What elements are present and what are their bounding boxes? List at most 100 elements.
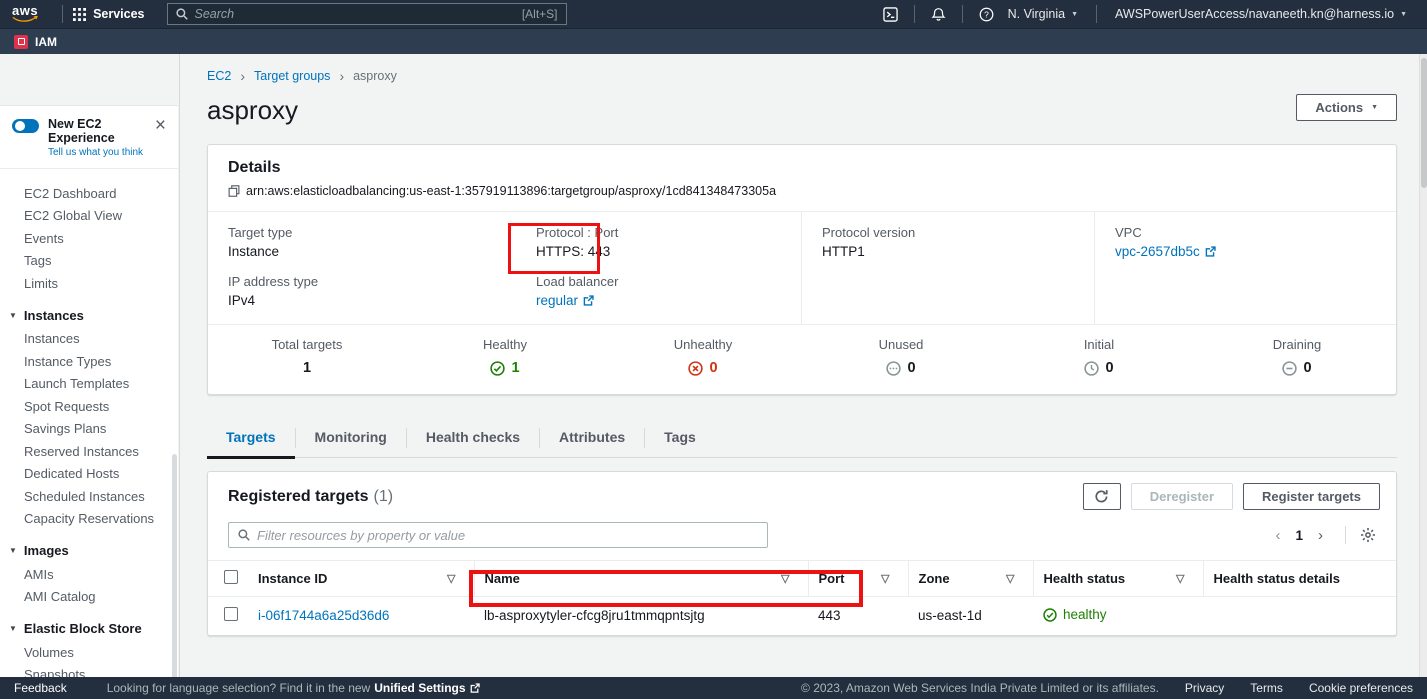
top-navigation-bar: aws Services [Alt+S] ? N. Virginia ▼ AWS… bbox=[0, 0, 1427, 28]
terms-link[interactable]: Terms bbox=[1250, 681, 1283, 695]
sidebar-scrollbar[interactable] bbox=[172, 454, 177, 677]
sidebar-section-elastic-block-store[interactable]: ▼ Elastic Block Store bbox=[0, 617, 178, 641]
sidebar-item-scheduled-instances[interactable]: Scheduled Instances bbox=[0, 485, 178, 508]
sidebar-panel: New EC2 Experience Tell us what you thin… bbox=[0, 105, 178, 677]
global-search-box[interactable]: [Alt+S] bbox=[167, 3, 567, 25]
load-balancer-link[interactable]: regular bbox=[536, 293, 594, 308]
instance-id-link[interactable]: i-06f1744a6a25d36d6 bbox=[258, 608, 389, 623]
favorite-iam[interactable]: IAM bbox=[14, 35, 57, 49]
services-menu[interactable]: Services bbox=[73, 7, 144, 21]
divider bbox=[62, 5, 63, 23]
sidebar-item-ec2-dashboard[interactable]: EC2 Dashboard bbox=[0, 182, 178, 205]
column-header-health-status[interactable]: Health status▽ bbox=[1033, 561, 1203, 597]
tab-monitoring[interactable]: Monitoring bbox=[296, 419, 406, 457]
tab-health-checks[interactable]: Health checks bbox=[407, 419, 539, 457]
privacy-link[interactable]: Privacy bbox=[1185, 681, 1224, 695]
help-button[interactable]: ? bbox=[973, 7, 1000, 22]
target-health-stats: Total targets 1 Healthy 1 Unhealthy 0 Un… bbox=[208, 324, 1396, 394]
sidebar-item-snapshots[interactable]: Snapshots bbox=[0, 664, 178, 678]
sidebar-item-launch-templates[interactable]: Launch Templates bbox=[0, 373, 178, 396]
check-circle-icon bbox=[490, 361, 505, 376]
region-selector[interactable]: N. Virginia ▼ bbox=[1000, 7, 1086, 21]
new-experience-toggle[interactable] bbox=[12, 119, 39, 133]
row-checkbox[interactable] bbox=[224, 607, 238, 621]
next-page-button[interactable]: › bbox=[1310, 527, 1331, 544]
sidebar-item-spot-requests[interactable]: Spot Requests bbox=[0, 395, 178, 418]
target-zone-cell: us-east-1d bbox=[908, 597, 1033, 635]
console-footer: Feedback Looking for language selection?… bbox=[0, 677, 1427, 699]
sidebar-section-instances[interactable]: ▼ Instances bbox=[0, 304, 178, 328]
ellipsis-circle-icon bbox=[886, 361, 901, 376]
refresh-icon bbox=[1094, 489, 1109, 504]
actions-button[interactable]: Actions ▼ bbox=[1296, 94, 1397, 121]
registered-targets-card: Registered targets (1) Deregister Regist… bbox=[207, 471, 1397, 636]
external-link-icon bbox=[583, 295, 594, 306]
close-icon[interactable]: × bbox=[155, 117, 168, 133]
page-title-row: asproxy Actions ▼ bbox=[207, 94, 1397, 126]
cloudshell-terminal-icon bbox=[883, 7, 898, 22]
column-header-name[interactable]: Name▽ bbox=[474, 561, 808, 597]
sidebar-item-dedicated-hosts[interactable]: Dedicated Hosts bbox=[0, 463, 178, 486]
select-all-checkbox[interactable] bbox=[224, 570, 238, 584]
sidebar-item-instance-types[interactable]: Instance Types bbox=[0, 350, 178, 373]
table-settings-button[interactable] bbox=[1360, 527, 1380, 543]
vpc-link[interactable]: vpc-2657db5c bbox=[1115, 244, 1216, 259]
tab-tags[interactable]: Tags bbox=[645, 419, 715, 457]
copy-icon[interactable] bbox=[228, 185, 240, 197]
account-label: AWSPowerUserAccess/navaneeth.kn@harness.… bbox=[1115, 7, 1394, 21]
sidebar-item-capacity-reservations[interactable]: Capacity Reservations bbox=[0, 508, 178, 531]
external-link-icon bbox=[1205, 246, 1216, 257]
sidebar-item-amis[interactable]: AMIs bbox=[0, 563, 178, 586]
aws-logo[interactable]: aws bbox=[12, 5, 38, 23]
sidebar-item-volumes[interactable]: Volumes bbox=[0, 641, 178, 664]
cookie-preferences-link[interactable]: Cookie preferences bbox=[1309, 681, 1413, 695]
bell-icon bbox=[931, 7, 946, 22]
account-menu[interactable]: AWSPowerUserAccess/navaneeth.kn@harness.… bbox=[1107, 7, 1415, 21]
unified-settings-link[interactable]: Unified Settings bbox=[374, 681, 479, 695]
cloudshell-button[interactable] bbox=[877, 7, 904, 22]
column-header-instance-id[interactable]: Instance ID▽ bbox=[248, 561, 474, 597]
page-number[interactable]: 1 bbox=[1292, 528, 1306, 543]
feedback-link[interactable]: Feedback bbox=[14, 681, 67, 695]
sort-filter-icon[interactable]: ▽ bbox=[1176, 572, 1184, 585]
breadcrumb-target-groups[interactable]: Target groups bbox=[254, 69, 330, 83]
sidebar-item-events[interactable]: Events bbox=[0, 227, 178, 250]
previous-page-button[interactable]: ‹ bbox=[1267, 527, 1288, 544]
sidebar-item-ami-catalog[interactable]: AMI Catalog bbox=[0, 586, 178, 609]
sort-filter-icon[interactable]: ▽ bbox=[447, 572, 455, 585]
sidebar-item-instances[interactable]: Instances bbox=[0, 328, 178, 351]
page-scrollbar[interactable] bbox=[1419, 54, 1427, 677]
sidebar-item-tags[interactable]: Tags bbox=[0, 250, 178, 273]
sort-filter-icon[interactable]: ▽ bbox=[781, 572, 789, 585]
sidebar-item-savings-plans[interactable]: Savings Plans bbox=[0, 418, 178, 441]
register-targets-button[interactable]: Register targets bbox=[1243, 483, 1380, 510]
stat-unhealthy: Unhealthy 0 bbox=[604, 337, 802, 376]
tab-attributes[interactable]: Attributes bbox=[540, 419, 644, 457]
sidebar-item-reserved-instances[interactable]: Reserved Instances bbox=[0, 440, 178, 463]
services-grid-icon bbox=[73, 8, 86, 21]
sort-filter-icon[interactable]: ▽ bbox=[1006, 572, 1014, 585]
registered-targets-count: (1) bbox=[374, 488, 394, 506]
tab-targets[interactable]: Targets bbox=[207, 419, 295, 457]
breadcrumb-current: asproxy bbox=[353, 69, 397, 83]
target-type-value: Instance bbox=[228, 244, 496, 259]
sidebar-item-limits[interactable]: Limits bbox=[0, 272, 178, 295]
column-header-port[interactable]: Port▽ bbox=[808, 561, 908, 597]
notifications-button[interactable] bbox=[925, 7, 952, 22]
stat-initial: Initial 0 bbox=[1000, 337, 1198, 376]
filter-box[interactable] bbox=[228, 522, 768, 548]
sidebar-item-ec2-global-view[interactable]: EC2 Global View bbox=[0, 205, 178, 228]
tell-us-link[interactable]: Tell us what you think bbox=[48, 147, 146, 158]
deregister-button[interactable]: Deregister bbox=[1131, 483, 1233, 510]
column-header-zone[interactable]: Zone▽ bbox=[908, 561, 1033, 597]
favorites-bar: IAM bbox=[0, 28, 1427, 54]
sidebar-section-images[interactable]: ▼ Images bbox=[0, 539, 178, 563]
scrollbar-thumb[interactable] bbox=[1421, 58, 1427, 188]
breadcrumb-ec2[interactable]: EC2 bbox=[207, 69, 231, 83]
divider bbox=[1096, 5, 1097, 23]
refresh-button[interactable] bbox=[1083, 483, 1121, 510]
filter-input[interactable] bbox=[257, 528, 758, 543]
sort-filter-icon[interactable]: ▽ bbox=[881, 572, 889, 585]
global-search-input[interactable] bbox=[195, 7, 515, 21]
target-port-cell: 443 bbox=[808, 597, 908, 635]
